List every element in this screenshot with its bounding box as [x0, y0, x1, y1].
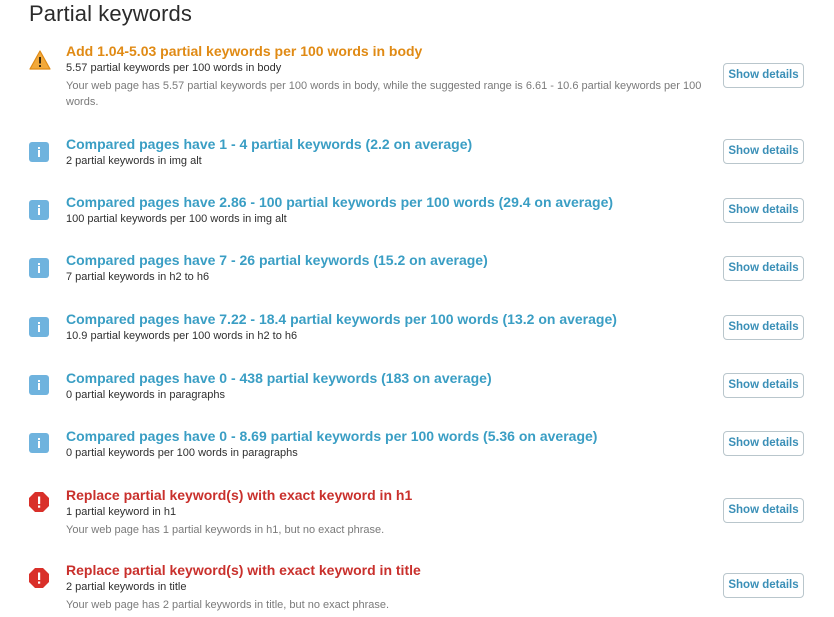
info-icon — [29, 142, 49, 162]
show-details-button[interactable]: Show details — [723, 498, 804, 523]
recommendation-detail: 7 partial keywords in h2 to h6 — [66, 271, 210, 283]
recommendation-headline: Replace partial keyword(s) with exact ke… — [66, 487, 413, 503]
recommendation-description: Your web page has 5.57 partial keywords … — [66, 80, 702, 108]
recommendation-headline: Compared pages have 7.22 - 18.4 partial … — [66, 311, 617, 327]
recommendation-description: Your web page has 2 partial keywords in … — [66, 599, 390, 611]
recommendation-headline: Compared pages have 2.86 - 100 partial k… — [66, 194, 614, 210]
info-icon — [29, 317, 49, 337]
page-title: Partial keywords — [29, 1, 192, 26]
recommendation-headline: Compared pages have 0 - 438 partial keyw… — [66, 370, 492, 386]
show-details-button[interactable]: Show details — [723, 431, 804, 456]
show-details-button[interactable]: Show details — [723, 198, 804, 223]
recommendation-detail: 100 partial keywords per 100 words in im… — [66, 213, 287, 225]
show-details-button[interactable]: Show details — [723, 373, 804, 398]
info-icon — [29, 433, 49, 453]
recommendation-detail: 10.9 partial keywords per 100 words in h… — [66, 330, 298, 342]
recommendation-detail: 2 partial keywords in img alt — [66, 155, 202, 167]
recommendation-description: Your web page has 1 partial keywords in … — [66, 524, 385, 536]
warning-triangle-icon — [29, 50, 51, 70]
recommendation-headline: Compared pages have 1 - 4 partial keywor… — [66, 136, 473, 152]
recommendation-detail: 5.57 partial keywords per 100 words in b… — [66, 62, 282, 74]
error-icon — [29, 492, 49, 512]
recommendation-detail: 0 partial keywords in paragraphs — [66, 389, 225, 401]
show-details-button[interactable]: Show details — [723, 315, 804, 340]
error-icon — [29, 568, 49, 588]
info-icon — [29, 375, 49, 395]
recommendation-headline: Compared pages have 7 - 26 partial keywo… — [66, 252, 488, 268]
show-details-button[interactable]: Show details — [723, 573, 804, 598]
show-details-button[interactable]: Show details — [723, 139, 804, 164]
recommendation-headline: Replace partial keyword(s) with exact ke… — [66, 562, 421, 578]
recommendation-headline: Add 1.04-5.03 partial keywords per 100 w… — [66, 43, 423, 59]
info-icon — [29, 200, 49, 220]
show-details-button[interactable]: Show details — [723, 63, 804, 88]
recommendation-detail: 2 partial keywords in title — [66, 581, 187, 593]
recommendation-detail: 1 partial keyword in h1 — [66, 506, 177, 518]
recommendation-detail: 0 partial keywords per 100 words in para… — [66, 447, 298, 459]
recommendation-headline: Compared pages have 0 - 8.69 partial key… — [66, 428, 598, 444]
info-icon — [29, 258, 49, 278]
show-details-button[interactable]: Show details — [723, 256, 804, 281]
